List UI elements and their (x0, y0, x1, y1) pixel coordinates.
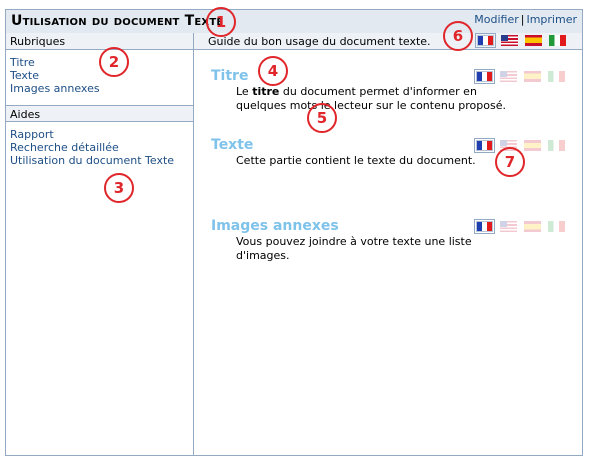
es-flag-icon[interactable] (525, 35, 542, 46)
callout-5: 5 (307, 103, 337, 133)
section-text-images-annexes: Vous pouvez joindre à votre texte une li… (236, 235, 472, 262)
section-language-flags (474, 219, 565, 234)
callout-6: 6 (443, 21, 473, 51)
language-selector (475, 33, 566, 48)
callout-3: 3 (104, 173, 134, 203)
it-flag-icon[interactable] (548, 221, 565, 232)
rubriques-heading: Rubriques (6, 33, 193, 50)
top-links: Modifier | Imprimer (474, 13, 577, 26)
us-flag-icon[interactable] (500, 221, 517, 232)
es-flag-icon[interactable] (524, 221, 541, 232)
sidebar: Rubriques Titre Texte Images annexes Aid… (6, 33, 194, 455)
section-text-prefix: Le (236, 85, 253, 98)
callout-7: 7 (495, 147, 525, 177)
it-flag-icon[interactable] (548, 71, 565, 82)
section-text-titre: Le titre du document permet d'informer e… (236, 85, 526, 113)
callout-2: 2 (99, 47, 129, 77)
section-title-texte: Texte (211, 137, 254, 153)
main-content: Guide du bon usage du document texte. Ti… (194, 33, 582, 455)
sidebar-item-utilisation-texte[interactable]: Utilisation du document Texte (10, 154, 193, 167)
callout-1: 1 (206, 7, 236, 37)
fr-flag-icon[interactable] (474, 219, 495, 234)
section-title-titre: Titre (211, 68, 249, 84)
section-text-texte: Cette partie contient le texte du docume… (236, 154, 476, 167)
section-title-images-annexes: Images annexes (211, 218, 339, 234)
section-language-flags (474, 69, 565, 84)
print-link[interactable]: Imprimer (526, 13, 577, 26)
it-flag-icon[interactable] (548, 140, 565, 151)
aides-heading: Aides (6, 105, 193, 122)
help-window: Utilisation du document Texte Modifier | I… (5, 9, 583, 456)
us-flag-icon[interactable] (501, 35, 518, 46)
it-flag-icon[interactable] (549, 35, 566, 46)
es-flag-icon[interactable] (524, 71, 541, 82)
edit-link[interactable]: Modifier (474, 13, 518, 26)
section-language-flags (474, 138, 565, 153)
fr-flag-icon[interactable] (474, 69, 495, 84)
section-text-bold: titre (252, 85, 280, 98)
title-bar: Utilisation du document Texte Modifier | I… (6, 10, 582, 34)
page-title: Utilisation du document Texte (11, 13, 224, 29)
fr-flag-icon[interactable] (475, 33, 496, 48)
sidebar-item-rapport[interactable]: Rapport (10, 128, 193, 141)
fr-flag-icon[interactable] (474, 138, 495, 153)
sidebar-item-images-annexes[interactable]: Images annexes (10, 82, 193, 95)
es-flag-icon[interactable] (524, 140, 541, 151)
callout-4: 4 (258, 56, 288, 86)
main-heading-bar: Guide du bon usage du document texte. (194, 33, 582, 50)
main-heading: Guide du bon usage du document texte. (208, 35, 431, 48)
us-flag-icon[interactable] (500, 71, 517, 82)
sidebar-item-recherche-detaillee[interactable]: Recherche détaillée (10, 141, 193, 154)
aides-list: Rapport Recherche détaillée Utilisation … (6, 122, 193, 177)
